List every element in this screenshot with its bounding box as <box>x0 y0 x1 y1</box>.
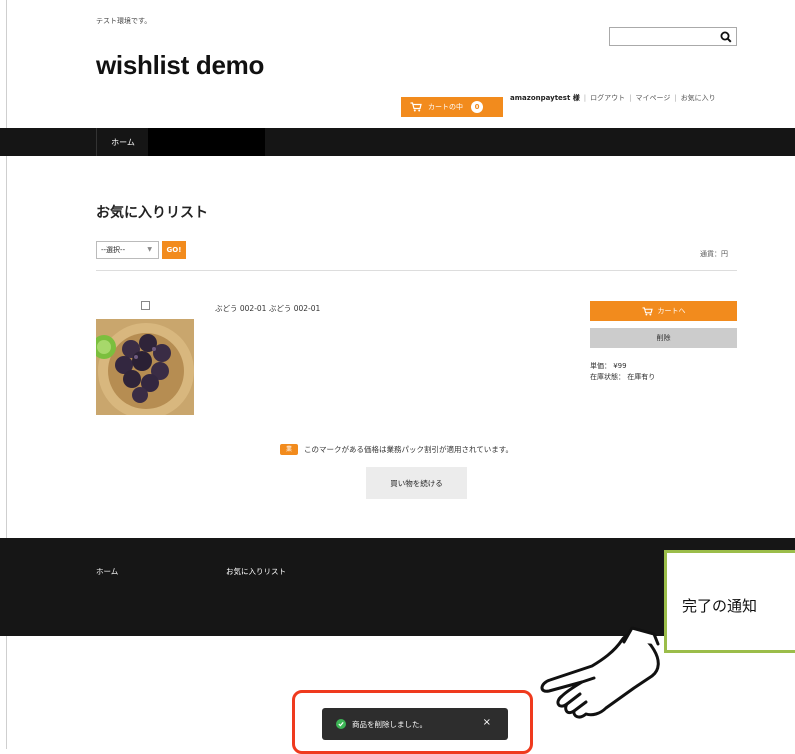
chevron-down-icon: ▼ <box>147 246 152 253</box>
pack-discount-note: 業 このマークがある価格は業務パック割引が適用されています。 <box>280 444 513 455</box>
callout-text: 完了の通知 <box>682 597 758 615</box>
go-button[interactable]: GO! <box>162 241 186 259</box>
nav-highlight <box>148 128 265 156</box>
bulk-action-value: --選択-- <box>101 246 126 254</box>
add-to-cart-label: カートへ <box>657 307 686 315</box>
favorites-link[interactable]: お気に入り <box>681 94 716 102</box>
logout-link[interactable]: ログアウト <box>590 94 625 102</box>
user-menu: amazonpaytest 様 | ログアウト | マイページ | お気に入り <box>510 94 716 102</box>
price-info: 単価： ¥99 在庫状態： 在庫有り <box>590 361 655 383</box>
stock-status: 在庫状態： 在庫有り <box>590 373 656 381</box>
product-name[interactable]: ぶどう 002-01 ぶどう 002-01 <box>215 303 320 314</box>
footer-link-home[interactable]: ホーム <box>96 566 118 577</box>
currency-label: 通貨：円 <box>700 250 728 258</box>
search-icon[interactable] <box>719 30 733 44</box>
site-title[interactable]: wishlist demo <box>96 50 264 81</box>
continue-shopping-button[interactable]: 買い物を続ける <box>366 467 467 499</box>
nav-item-home[interactable]: ホーム <box>96 128 150 156</box>
bulk-action-select[interactable]: --選択-- ▼ <box>96 241 159 259</box>
delete-button[interactable]: 削除 <box>590 328 737 348</box>
pack-note-text: このマークがある価格は業務パック割引が適用されています。 <box>304 445 514 454</box>
cart-count-badge: 0 <box>471 101 483 113</box>
unit-price: 単価： ¥99 <box>590 362 627 370</box>
user-name: amazonpaytest 様 <box>510 94 580 102</box>
env-note: テスト環境です。 <box>96 17 152 25</box>
product-image[interactable] <box>96 319 194 415</box>
annotation-callout: 完了の通知 <box>664 550 795 653</box>
page-title: お気に入りリスト <box>96 205 208 221</box>
search-input[interactable] <box>609 27 737 46</box>
left-border <box>6 0 7 749</box>
cart-button[interactable]: カートの中 0 <box>401 97 503 117</box>
toast-highlight-box <box>292 690 533 754</box>
pointing-hand-icon <box>540 626 660 719</box>
cart-icon <box>642 306 653 316</box>
footer-link-wishlist[interactable]: お気に入りリスト <box>226 566 286 577</box>
divider <box>96 270 737 271</box>
cart-icon <box>410 102 422 112</box>
cart-label: カートの中 <box>428 103 463 111</box>
pack-mark-icon: 業 <box>280 444 298 455</box>
item-checkbox[interactable] <box>141 301 150 310</box>
add-to-cart-button[interactable]: カートへ <box>590 301 737 321</box>
mypage-link[interactable]: マイページ <box>635 94 670 102</box>
